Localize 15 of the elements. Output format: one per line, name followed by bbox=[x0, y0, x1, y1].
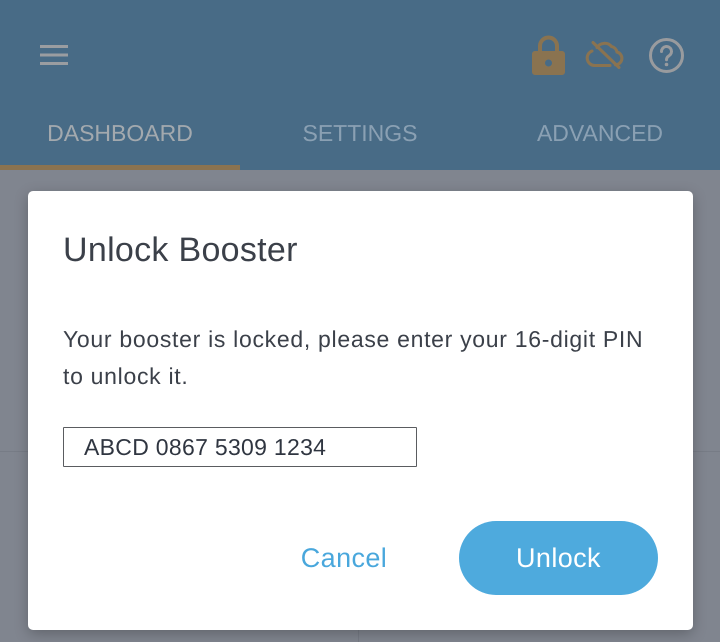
pin-input-field[interactable]: ABCD 0867 5309 1234 bbox=[63, 427, 417, 467]
cancel-button[interactable]: Cancel bbox=[284, 521, 404, 595]
lock-icon bbox=[532, 35, 565, 75]
dialog-message: Your booster is locked, please enter your 16-digit PIN to unlock it. bbox=[63, 325, 644, 391]
lock-button[interactable] bbox=[532, 35, 565, 75]
unlock-button[interactable]: Unlock bbox=[459, 521, 658, 595]
cloud-off-icon bbox=[585, 41, 625, 69]
menu-icon bbox=[40, 45, 68, 65]
dialog-title: Unlock Booster bbox=[63, 230, 299, 271]
help-icon bbox=[649, 38, 684, 72]
tab[interactable]: SETTINGS bbox=[240, 110, 480, 170]
cloud-button[interactable] bbox=[585, 41, 625, 69]
menu-button[interactable] bbox=[40, 45, 68, 65]
tab[interactable]: ADVANCED bbox=[480, 110, 720, 170]
help-button[interactable] bbox=[649, 38, 684, 72]
